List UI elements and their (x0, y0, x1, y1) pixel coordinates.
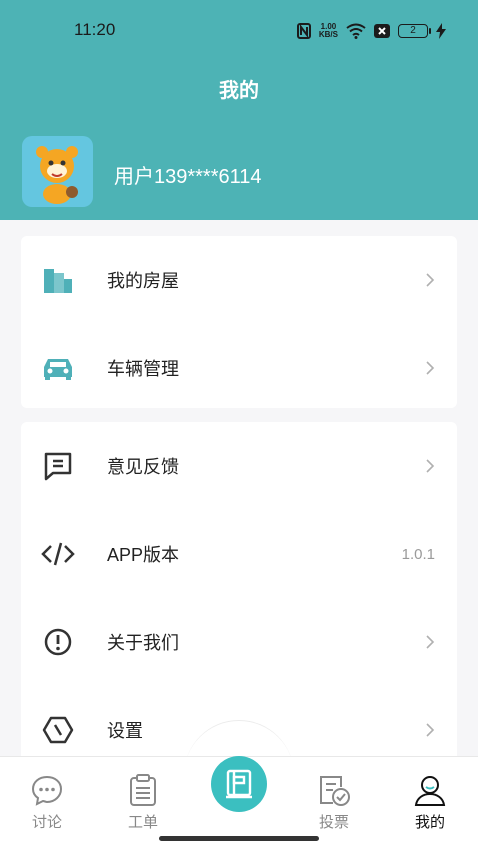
status-time: 11:20 (74, 20, 116, 39)
menu-label: 车辆管理 (107, 359, 179, 379)
chat-bubble-icon (31, 775, 63, 806)
menu-card-general: 意见反馈 APP版本 1.0.1 关于我们 设置 (21, 422, 457, 762)
battery-level: 2 (410, 25, 416, 36)
menu-card-property: 我的房屋 车辆管理 (21, 236, 457, 408)
clipboard-icon (130, 774, 156, 806)
tab-label: 工单 (127, 814, 158, 831)
building-icon (39, 261, 77, 299)
feedback-icon (39, 447, 77, 485)
app-version-value: 1.0.1 (401, 545, 435, 563)
tab-mine[interactable]: 我的 (400, 773, 460, 832)
status-icons: 1.00 KB/S 2 (296, 20, 446, 42)
tab-work-order[interactable]: 工单 (113, 773, 173, 832)
menu-item-vehicle-management[interactable]: 车辆管理 (21, 324, 457, 412)
chevron-right-icon (426, 635, 435, 649)
charging-icon (436, 23, 446, 39)
status-bar: 11:20 1.00 KB/S 2 (0, 0, 478, 60)
menu-label: APP版本 (107, 545, 180, 565)
menu-item-my-house[interactable]: 我的房屋 (21, 236, 457, 324)
code-icon (39, 535, 77, 573)
tab-discussion[interactable]: 讨论 (17, 773, 77, 832)
person-icon (414, 776, 446, 806)
center-action-icon (226, 769, 252, 799)
avatar[interactable] (22, 136, 93, 207)
menu-label: 我的房屋 (107, 271, 179, 291)
menu-item-about-us[interactable]: 关于我们 (21, 598, 457, 686)
menu-label: 意见反馈 (107, 457, 179, 477)
user-name: 用户139****6114 (114, 166, 262, 188)
vote-icon (320, 776, 350, 806)
center-action-button[interactable] (211, 756, 267, 812)
home-indicator[interactable] (159, 836, 319, 841)
menu-label: 关于我们 (107, 633, 179, 653)
tab-label: 我的 (414, 814, 445, 831)
menu-item-feedback[interactable]: 意见反馈 (21, 422, 457, 510)
info-icon (39, 623, 77, 661)
net-speed: 1.00 KB/S (319, 23, 338, 39)
chevron-right-icon (426, 361, 435, 375)
wifi-icon (346, 23, 366, 39)
tiger-avatar-icon (36, 146, 78, 204)
menu-item-app-version[interactable]: APP版本 1.0.1 (21, 510, 457, 598)
page-title: 我的 (219, 80, 259, 102)
battery-icon: 2 (398, 24, 431, 38)
chevron-right-icon (426, 273, 435, 287)
settings-icon (39, 711, 77, 749)
chevron-right-icon (426, 723, 435, 737)
car-icon (39, 349, 77, 387)
sim-off-icon (374, 24, 390, 38)
nfc-icon (296, 23, 311, 39)
tab-label: 投票 (318, 814, 349, 831)
tab-label: 讨论 (31, 814, 62, 831)
tab-vote[interactable]: 投票 (304, 773, 364, 832)
menu-label: 设置 (107, 721, 143, 741)
chevron-right-icon (426, 459, 435, 473)
net-speed-unit: KB/S (318, 30, 338, 39)
